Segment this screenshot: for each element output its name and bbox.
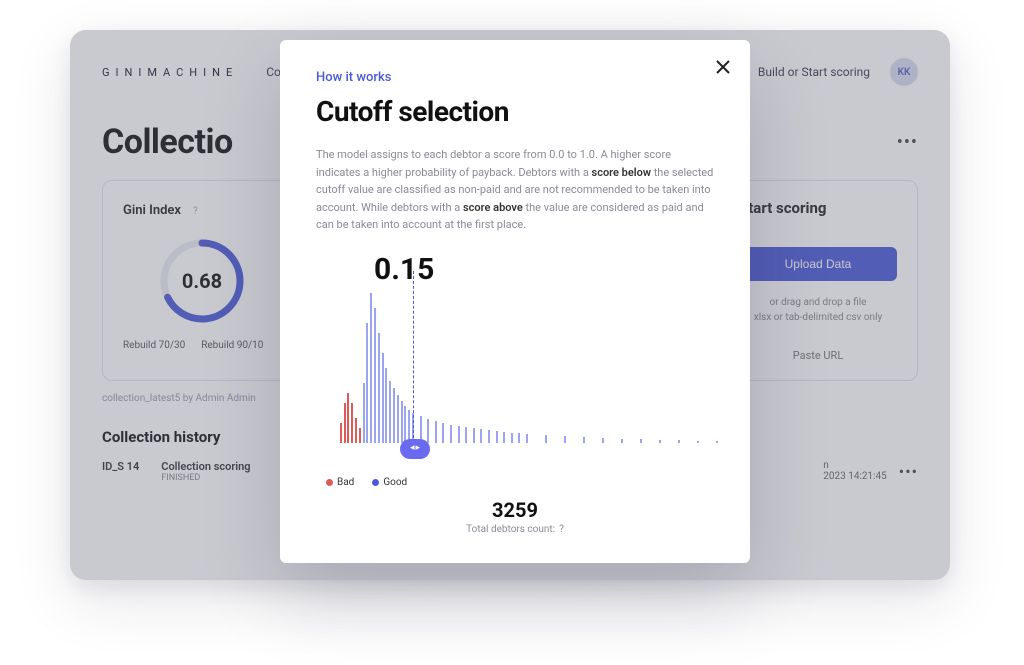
legend-good: Good (372, 477, 407, 488)
chart-bar (382, 353, 384, 443)
chart-bar (385, 368, 387, 443)
chart-bar (496, 431, 498, 443)
cutoff-line (413, 271, 414, 443)
how-it-works-link[interactable]: How it works (316, 70, 714, 85)
chart-bar (602, 438, 604, 443)
modal-title: Cutoff selection (316, 95, 714, 128)
chart-bar (640, 439, 642, 443)
chart-bar (427, 419, 429, 443)
chart-bar (393, 388, 395, 443)
total-debtors-count: 3259 (316, 498, 714, 522)
chart-bar (583, 437, 585, 443)
chart-bar (564, 436, 566, 443)
chart-bar (545, 435, 547, 443)
chart-bar (526, 434, 528, 443)
chart-bar (374, 308, 376, 443)
chart-bar (404, 406, 406, 443)
chart-bar (511, 433, 513, 443)
chart-bar (359, 428, 361, 443)
chart-bar (473, 428, 475, 443)
chart-bar (378, 333, 380, 443)
chart-bar (488, 430, 490, 443)
chart-legend: Bad Good (326, 477, 714, 488)
chart-bar (716, 441, 718, 443)
chart-bar (347, 393, 349, 443)
chart-bar (621, 439, 623, 443)
chart-bar (697, 441, 699, 443)
cutoff-value: 0.15 (374, 252, 714, 287)
help-icon[interactable]: ? (559, 524, 564, 535)
chart-bar (518, 433, 520, 443)
legend-bad: Bad (326, 477, 354, 488)
chart-bar (503, 432, 505, 443)
chart-bar (363, 383, 365, 443)
chart-bar (458, 426, 460, 443)
chart-bar (366, 323, 368, 443)
cutoff-modal: How it works Cutoff selection The model … (280, 40, 750, 563)
chart-bar (340, 423, 342, 443)
chart-bar (344, 403, 346, 443)
chart-bar (389, 381, 391, 443)
modal-description: The model assigns to each debtor a score… (316, 146, 714, 234)
chart-bar (401, 401, 403, 443)
chart-bar (678, 440, 680, 443)
total-debtors-label: Total debtors count:? (316, 524, 714, 535)
chart-bar (370, 293, 372, 443)
chart-bar (435, 421, 437, 443)
chart-bar (659, 440, 661, 443)
chart-bar (397, 395, 399, 443)
chart-bar (450, 425, 452, 443)
close-icon[interactable] (714, 58, 732, 80)
chart-bar (355, 418, 357, 443)
chart-bar (351, 403, 353, 443)
cutoff-slider-handle[interactable]: ◂▸ (400, 439, 430, 459)
chart-bar (442, 423, 444, 443)
chart-bar (480, 429, 482, 443)
chart-bar (465, 427, 467, 443)
cutoff-distribution-chart: ◂▸ (316, 293, 714, 473)
